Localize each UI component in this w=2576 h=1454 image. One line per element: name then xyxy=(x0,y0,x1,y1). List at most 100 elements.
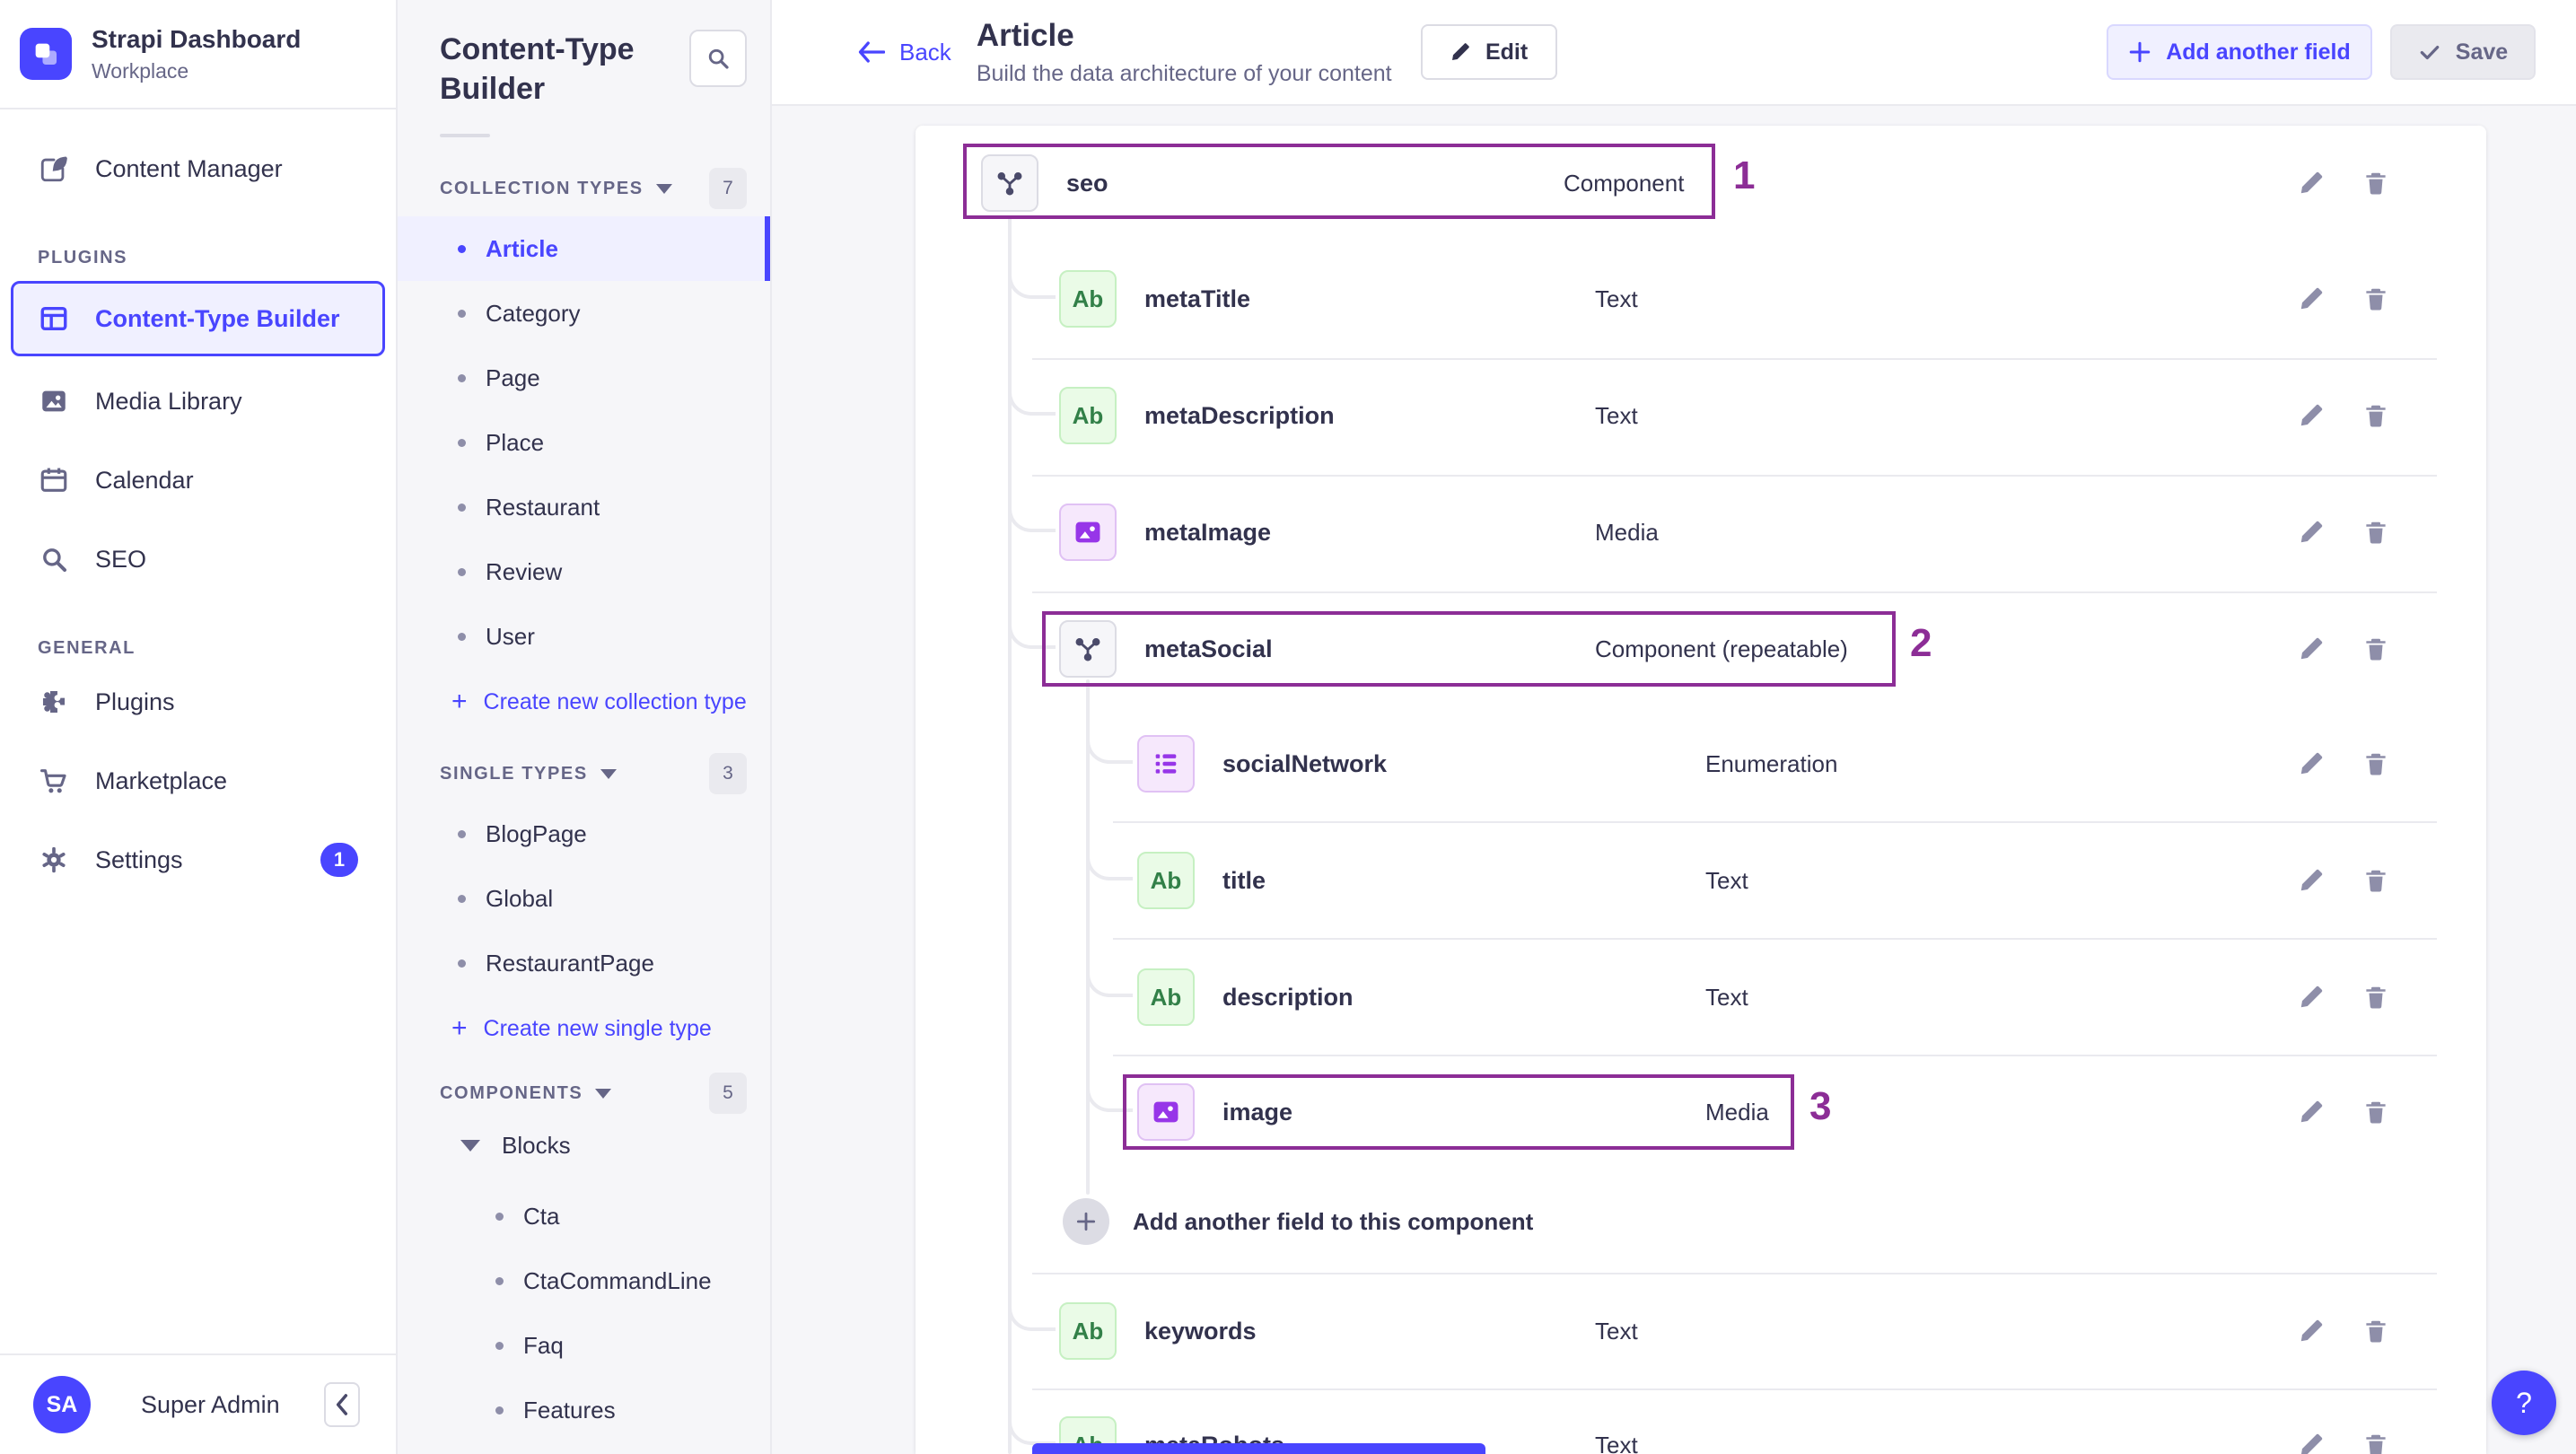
add-field-to-component-label[interactable]: Add another field to this component xyxy=(1133,1208,1533,1236)
sidebar-item-seo[interactable]: SEO xyxy=(0,530,396,588)
collection-type-page[interactable]: Page xyxy=(398,346,770,410)
layout-grid-icon xyxy=(38,302,70,335)
sidebar-item-label: Settings xyxy=(95,845,183,873)
help-button[interactable]: ? xyxy=(2492,1371,2556,1435)
pencil-icon xyxy=(2300,1433,2323,1454)
create-collection-type-link[interactable]: + Create new collection type xyxy=(398,669,770,735)
plus-icon: + xyxy=(451,1013,468,1043)
bullet-icon xyxy=(495,1341,504,1350)
collection-type-article[interactable]: Article xyxy=(398,216,770,281)
trash-icon xyxy=(2366,870,2386,892)
bullet-icon xyxy=(458,959,466,968)
search-button[interactable] xyxy=(689,30,747,87)
edit-field-button[interactable] xyxy=(2296,1430,2326,1454)
collection-type-place[interactable]: Place xyxy=(398,410,770,475)
sidebar-item-settings[interactable]: Settings 1 xyxy=(0,831,396,889)
bullet-icon xyxy=(458,309,466,318)
single-type-restaurantpage[interactable]: RestaurantPage xyxy=(398,931,770,995)
single-type-blogpage[interactable]: BlogPage xyxy=(398,801,770,866)
collection-type-restaurant[interactable]: Restaurant xyxy=(398,475,770,539)
components-category-blocks[interactable]: Blocks xyxy=(398,1114,770,1177)
delete-field-button[interactable] xyxy=(2361,168,2391,198)
field-type: Text xyxy=(1595,1431,1638,1454)
bullet-icon xyxy=(458,373,466,382)
create-single-type-link[interactable]: + Create new single type xyxy=(398,995,770,1062)
add-field-bottom-button[interactable] xyxy=(1032,1443,1485,1454)
component-features[interactable]: Features xyxy=(398,1378,770,1442)
field-type: Text xyxy=(1705,983,1748,1011)
edit-field-button[interactable] xyxy=(2296,400,2326,431)
collection-type-category[interactable]: Category xyxy=(398,281,770,346)
sidebar-item-media-library[interactable]: Media Library xyxy=(0,372,396,430)
collection-type-user[interactable]: User xyxy=(398,604,770,669)
field-name: metaImage xyxy=(1144,518,1272,546)
media-field-icon xyxy=(1137,1083,1195,1141)
edit-field-button[interactable] xyxy=(2296,1097,2326,1127)
pencil-icon xyxy=(2300,869,2323,891)
bullet-icon xyxy=(495,1406,504,1415)
delete-field-button[interactable] xyxy=(2361,400,2391,431)
field-name: socialNetwork xyxy=(1222,749,1388,777)
field-row-metaimage: metaImage Media xyxy=(916,475,2486,590)
edit-button[interactable]: Edit xyxy=(1420,24,1557,80)
edit-field-button[interactable] xyxy=(2296,982,2326,1012)
delete-field-button[interactable] xyxy=(2361,284,2391,314)
sidebar-item-marketplace[interactable]: Marketplace xyxy=(0,752,396,810)
edit-field-button[interactable] xyxy=(2296,634,2326,664)
delete-field-button[interactable] xyxy=(2361,865,2391,896)
trash-icon xyxy=(2366,986,2386,1009)
field-row-seo: seo Component xyxy=(916,126,2486,241)
component-ctacommandline[interactable]: CtaCommandLine xyxy=(398,1248,770,1313)
collection-type-review[interactable]: Review xyxy=(398,539,770,604)
delete-field-button[interactable] xyxy=(2361,517,2391,547)
page-subtitle: Build the data architecture of your cont… xyxy=(976,60,1392,86)
delete-field-button[interactable] xyxy=(2361,1097,2391,1127)
main-sidebar: Strapi Dashboard Workplace Content Manag… xyxy=(0,0,398,1454)
sidebar-item-content-type-builder[interactable]: Content-Type Builder xyxy=(11,281,385,356)
component-faq[interactable]: Faq xyxy=(398,1313,770,1378)
edit-field-button[interactable] xyxy=(2296,168,2326,198)
sidebar-footer: SA Super Admin xyxy=(0,1353,396,1454)
avatar[interactable]: SA xyxy=(33,1376,91,1433)
panel-divider xyxy=(440,134,490,137)
back-link[interactable]: Back xyxy=(858,39,951,66)
single-types-label[interactable]: SINGLE TYPES xyxy=(440,764,588,784)
edit-field-button[interactable] xyxy=(2296,865,2326,896)
sidebar-item-label: Plugins xyxy=(95,688,175,715)
field-name: image xyxy=(1222,1098,1293,1126)
field-type: Media xyxy=(1705,1098,1769,1126)
text-field-icon: Ab xyxy=(1059,1302,1117,1360)
sidebar-item-calendar[interactable]: Calendar xyxy=(0,451,396,509)
edit-field-button[interactable] xyxy=(2296,749,2326,779)
edit-field-button[interactable] xyxy=(2296,284,2326,314)
field-name: title xyxy=(1222,866,1266,894)
delete-field-button[interactable] xyxy=(2361,749,2391,779)
sidebar-item-plugins[interactable]: Plugins xyxy=(0,673,396,731)
add-another-field-button[interactable]: Add another field xyxy=(2107,24,2372,80)
field-type: Component (repeatable) xyxy=(1595,635,1848,662)
delete-field-button[interactable] xyxy=(2361,982,2391,1012)
sidebar-item-label: Content Manager xyxy=(95,154,283,182)
delete-field-button[interactable] xyxy=(2361,634,2391,664)
edit-field-button[interactable] xyxy=(2296,517,2326,547)
field-type: Text xyxy=(1595,285,1638,312)
content-type-builder-panel: Content-Type Builder COLLECTION TYPES 7 … xyxy=(398,0,772,1454)
field-row-metatitle: Ab metaTitle Text xyxy=(916,241,2486,356)
edit-field-button[interactable] xyxy=(2296,1316,2326,1346)
save-button[interactable]: Save xyxy=(2390,24,2536,80)
field-row-socialnetwork: socialNetwork Enumeration xyxy=(916,706,2486,821)
field-type: Text xyxy=(1595,1317,1638,1345)
user-name: Super Admin xyxy=(141,1390,280,1418)
collapse-sidebar-button[interactable] xyxy=(324,1382,360,1427)
bullet-icon xyxy=(458,244,466,253)
components-label[interactable]: COMPONENTS xyxy=(440,1083,583,1104)
components-group: COMPONENTS 5 Blocks Cta CtaCommandLine F… xyxy=(398,1073,770,1442)
delete-field-button[interactable] xyxy=(2361,1316,2391,1346)
sidebar-item-content-manager[interactable]: Content Manager xyxy=(0,140,396,197)
single-type-global[interactable]: Global xyxy=(398,866,770,931)
collection-types-label[interactable]: COLLECTION TYPES xyxy=(440,179,644,199)
component-cta[interactable]: Cta xyxy=(398,1184,770,1248)
delete-field-button[interactable] xyxy=(2361,1430,2391,1454)
annotation-number-1: 1 xyxy=(1733,153,1756,197)
plus-circle-icon[interactable] xyxy=(1063,1198,1109,1245)
